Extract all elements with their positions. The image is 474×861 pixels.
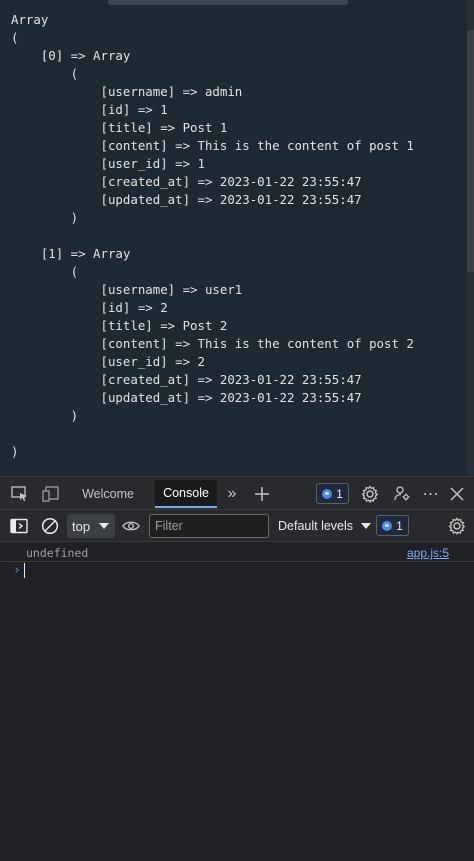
customize-devtools-icon[interactable] bbox=[392, 484, 412, 504]
tab-welcome-label: Welcome bbox=[82, 487, 134, 501]
tab-welcome[interactable]: Welcome bbox=[74, 480, 142, 508]
prompt-chevron-icon: › bbox=[13, 563, 21, 578]
output-line: [content] => This is the content of post… bbox=[11, 138, 414, 153]
output-line: ) bbox=[11, 210, 79, 225]
print-r-output: Array ( [0] => Array ( [username] => admi… bbox=[11, 11, 414, 461]
output-line: ) bbox=[11, 444, 19, 459]
console-message-row: undefined app.js:5 bbox=[0, 542, 474, 562]
output-line: ( bbox=[11, 264, 79, 279]
context-select[interactable]: top bbox=[67, 514, 115, 538]
output-line: [updated_at] => 2023-01-22 23:55:47 bbox=[11, 390, 362, 405]
devtools-tab-bar: Welcome Console » 1 ⋯ bbox=[0, 476, 474, 510]
output-line: [id] => 2 bbox=[11, 300, 168, 315]
output-line: [title] => Post 2 bbox=[11, 318, 228, 333]
page-scrollbar-thumb[interactable] bbox=[467, 30, 474, 272]
output-line: [created_at] => 2023-01-22 23:55:47 bbox=[11, 174, 362, 189]
page-top-tab bbox=[108, 0, 348, 5]
device-toggle-icon[interactable] bbox=[41, 484, 61, 504]
issues-badge[interactable]: 1 bbox=[316, 483, 349, 504]
clear-console-icon[interactable] bbox=[40, 516, 60, 536]
output-line: ( bbox=[11, 30, 19, 45]
text-cursor bbox=[24, 563, 25, 578]
chevron-down-icon bbox=[99, 523, 109, 529]
add-tab-plus-icon[interactable] bbox=[252, 484, 272, 504]
output-line: [content] => This is the content of post… bbox=[11, 336, 414, 351]
output-line: [username] => user1 bbox=[11, 282, 243, 297]
console-source-link[interactable]: app.js:5 bbox=[407, 546, 449, 560]
output-line: [id] => 1 bbox=[11, 102, 168, 117]
close-icon[interactable] bbox=[447, 484, 467, 504]
tab-console-label: Console bbox=[163, 486, 209, 500]
console-toolbar: top Default levels 1 bbox=[0, 510, 474, 542]
output-line: ( bbox=[11, 66, 79, 81]
settings-gear-icon[interactable] bbox=[360, 484, 380, 504]
output-line: ) bbox=[11, 408, 79, 423]
output-line: [0] => Array bbox=[11, 48, 131, 63]
page-viewport: Array ( [0] => Array ( [username] => admi… bbox=[0, 0, 474, 476]
output-line: Array bbox=[11, 12, 49, 27]
log-levels-label: Default levels bbox=[278, 519, 354, 533]
issues-message-icon bbox=[382, 520, 393, 531]
chevron-down-icon bbox=[361, 523, 372, 529]
kebab-menu-icon[interactable]: ⋯ bbox=[421, 484, 441, 504]
output-line: [username] => admin bbox=[11, 84, 243, 99]
console-issues-count: 1 bbox=[396, 518, 403, 533]
log-levels-dropdown[interactable]: Default levels bbox=[278, 515, 372, 537]
output-line: [1] => Array bbox=[11, 246, 131, 261]
issues-count: 1 bbox=[336, 486, 343, 501]
console-prompt[interactable]: › bbox=[0, 561, 474, 581]
context-select-value: top bbox=[72, 518, 91, 534]
console-issues-badge[interactable]: 1 bbox=[376, 515, 409, 536]
filter-input[interactable] bbox=[149, 514, 269, 538]
output-line: [user_id] => 1 bbox=[11, 156, 205, 171]
output-line: [title] => Post 1 bbox=[11, 120, 228, 135]
console-message-value: undefined bbox=[26, 546, 89, 560]
issues-message-icon bbox=[322, 488, 333, 499]
console-settings-gear-icon[interactable] bbox=[447, 516, 467, 536]
output-line: [updated_at] => 2023-01-22 23:55:47 bbox=[11, 192, 362, 207]
sidebar-toggle-icon[interactable] bbox=[9, 516, 29, 536]
devtools-panel: Welcome Console » 1 ⋯ top Filter Default… bbox=[0, 476, 474, 861]
more-tabs-chevron-icon[interactable]: » bbox=[222, 484, 242, 504]
output-line: [user_id] => 2 bbox=[11, 354, 205, 369]
live-expression-eye-icon[interactable] bbox=[121, 516, 141, 536]
inspect-element-icon[interactable] bbox=[10, 484, 30, 504]
output-line: [created_at] => 2023-01-22 23:55:47 bbox=[11, 372, 362, 387]
tab-console[interactable]: Console bbox=[155, 480, 217, 508]
